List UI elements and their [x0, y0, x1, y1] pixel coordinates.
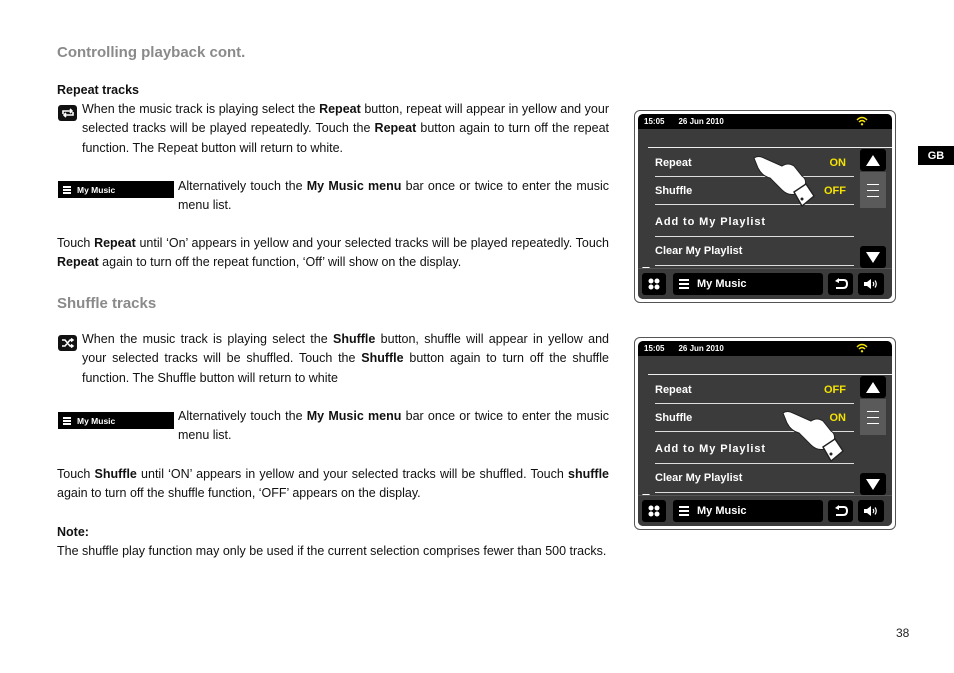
- shuffle-status-value: OFF: [824, 184, 846, 197]
- bottom-bar: My Music: [638, 268, 892, 299]
- repeat-status-value: OFF: [824, 383, 846, 396]
- wifi-icon: [856, 343, 868, 355]
- menu-button-label: My Music: [697, 505, 747, 517]
- divider: [648, 147, 892, 148]
- menu-item-add-to-my-playlist[interactable]: Add to My Playlist: [655, 207, 854, 237]
- arrow-up-icon: [866, 381, 880, 393]
- speaker-icon: [864, 279, 877, 289]
- scroll-up-button[interactable]: [860, 149, 886, 171]
- clock-time: 15:05: [644, 117, 665, 126]
- menu-item-label: Repeat: [655, 383, 692, 396]
- home-grid-icon: [648, 278, 660, 290]
- scroll-up-button[interactable]: [860, 376, 886, 398]
- menu-bar-label: My Music: [77, 415, 116, 426]
- home-button[interactable]: [642, 500, 666, 522]
- menu-item-label: Shuffle: [655, 184, 693, 197]
- shuffle-para-2: Alternatively touch the My Music menu ba…: [178, 409, 609, 443]
- note-text: The shuffle play function may only be us…: [57, 544, 607, 558]
- repeat-status-value: ON: [829, 156, 847, 169]
- back-arrow-icon: [834, 505, 848, 516]
- menu-item-label: Clear My Playlist: [655, 472, 743, 484]
- back-button[interactable]: [828, 500, 853, 522]
- repeat-heading: Repeat tracks: [57, 83, 139, 97]
- home-button[interactable]: [642, 273, 666, 295]
- back-button[interactable]: [828, 273, 853, 295]
- bottom-bar: My Music: [638, 495, 892, 526]
- status-bar: 15:05 26 Jun 2010: [638, 341, 892, 356]
- menu-bar-label: My Music: [77, 184, 116, 195]
- repeat-para-2: Alternatively touch the My Music menu ba…: [178, 179, 609, 213]
- arrow-down-icon: [866, 478, 880, 490]
- menu-item-shuffle[interactable]: Shuffle ON: [655, 404, 854, 432]
- radio-screen: 15:05 26 Jun 2010 Repeat OFF Shuffle ON …: [634, 337, 896, 530]
- menu-icon: [679, 506, 689, 516]
- shuffle-para-3: Touch Shuffle until ‘ON’ appears in yell…: [57, 467, 609, 501]
- menu-item-label: Clear My Playlist: [655, 245, 743, 257]
- menu-item-clear-my-playlist[interactable]: Clear My Playlist: [655, 464, 854, 493]
- menu-item-label: Add to My Playlist: [655, 442, 766, 455]
- repeat-icon: [58, 105, 77, 121]
- menu-icon: [679, 279, 689, 289]
- clock-time: 15:05: [644, 344, 665, 353]
- menu-item-label: Add to My Playlist: [655, 215, 766, 228]
- back-arrow-icon: [834, 278, 848, 289]
- menu-item-label: Shuffle: [655, 411, 693, 424]
- scrollbar-thumb[interactable]: [860, 399, 886, 435]
- menu-icon: [63, 416, 71, 425]
- arrow-up-icon: [866, 154, 880, 166]
- note-heading: Note:: [57, 525, 89, 539]
- scrollbar-thumb[interactable]: [860, 172, 886, 208]
- arrow-down-icon: [866, 251, 880, 263]
- my-music-menu-bar-example: My Music: [58, 412, 174, 429]
- shuffle-para-1: When the music track is playing select t…: [82, 332, 609, 385]
- menu-item-repeat[interactable]: Repeat ON: [655, 149, 854, 177]
- page-title: Controlling playback cont.: [57, 44, 246, 61]
- scroll-down-button[interactable]: [860, 246, 886, 268]
- my-music-menu-button[interactable]: My Music: [673, 273, 823, 295]
- speaker-icon: [864, 506, 877, 516]
- menu-item-label: Repeat: [655, 156, 692, 169]
- date: 26 Jun 2010: [678, 344, 724, 353]
- menu-item-add-to-my-playlist[interactable]: Add to My Playlist: [655, 434, 854, 464]
- home-grid-icon: [648, 505, 660, 517]
- volume-button[interactable]: [858, 273, 884, 295]
- scroll-down-button[interactable]: [860, 473, 886, 495]
- divider: [648, 374, 892, 375]
- my-music-menu-button[interactable]: My Music: [673, 500, 823, 522]
- status-bar: 15:05 26 Jun 2010: [638, 114, 892, 129]
- volume-button[interactable]: [858, 500, 884, 522]
- menu-item-repeat[interactable]: Repeat OFF: [655, 376, 854, 404]
- menu-item-shuffle[interactable]: Shuffle OFF: [655, 177, 854, 205]
- menu-icon: [63, 185, 71, 194]
- shuffle-status-value: ON: [829, 411, 847, 424]
- wifi-icon: [856, 116, 868, 128]
- repeat-para-3: Touch Repeat until ‘On’ appears in yello…: [57, 236, 609, 270]
- my-music-menu-bar-example: My Music: [58, 181, 174, 198]
- repeat-para-1: When the music track is playing select t…: [82, 102, 610, 155]
- shuffle-heading: Shuffle tracks: [57, 295, 157, 312]
- date: 26 Jun 2010: [678, 117, 724, 126]
- shuffle-icon: [58, 335, 77, 351]
- radio-screen: 15:05 26 Jun 2010 Repeat ON Shuffle OFF …: [634, 110, 896, 303]
- language-tab: GB: [918, 146, 954, 165]
- page-number: 38: [896, 626, 910, 640]
- menu-item-clear-my-playlist[interactable]: Clear My Playlist: [655, 237, 854, 266]
- menu-button-label: My Music: [697, 278, 747, 290]
